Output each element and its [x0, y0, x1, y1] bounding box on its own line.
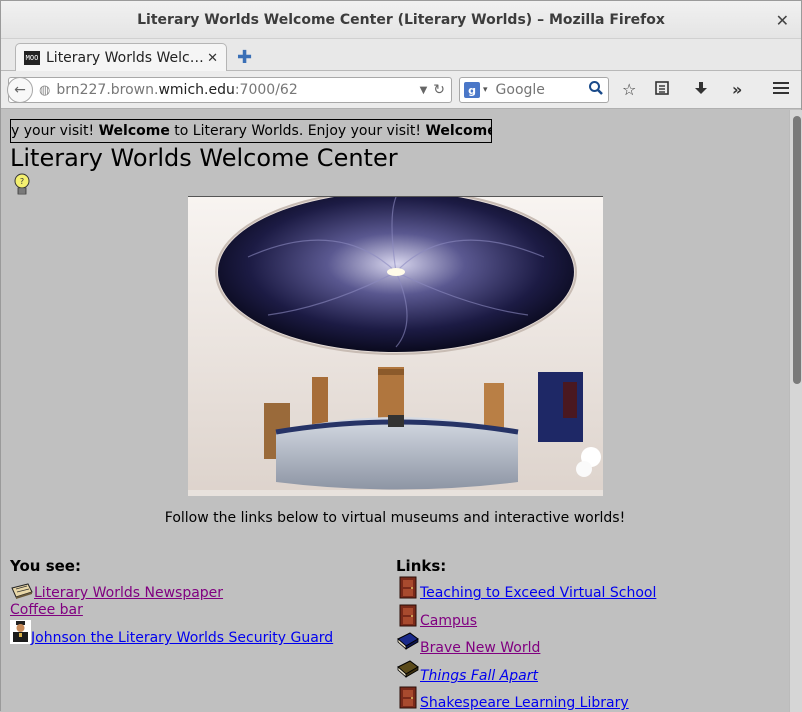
links-heading: Links:: [396, 557, 447, 575]
guard-avatar-icon[interactable]: [10, 620, 31, 644]
title-bar: Literary Worlds Welcome Center (Literary…: [1, 1, 801, 39]
navigation-bar: ← ◍ brn227.brown.wmich.edu:7000/62 ▼ ↻ g…: [1, 71, 801, 109]
browser-window: Literary Worlds Welcome Center (Literary…: [0, 0, 802, 712]
window-title: Literary Worlds Welcome Center (Literary…: [137, 11, 665, 28]
download-icon[interactable]: [693, 80, 709, 100]
security-guard-link[interactable]: Johnson the Literary Worlds Security Gua…: [31, 630, 333, 646]
tab-literary-worlds[interactable]: MOO Literary Worlds Welc… ✕: [15, 43, 227, 72]
book-icon[interactable]: [396, 659, 420, 679]
reading-list-icon[interactable]: [654, 80, 670, 100]
chevron-down-icon[interactable]: ▾: [483, 85, 488, 95]
google-engine-icon[interactable]: g: [464, 82, 480, 98]
book-icon[interactable]: [396, 631, 420, 651]
brave-new-world-link[interactable]: Brave New World: [420, 640, 540, 656]
campus-link[interactable]: Campus: [420, 613, 477, 629]
url-dropdown-icon[interactable]: ▼: [420, 85, 428, 96]
search-input[interactable]: [495, 82, 586, 98]
instruction-text: Follow the links below to virtual museum…: [164, 510, 626, 526]
door-icon[interactable]: [398, 685, 418, 709]
svg-text:?: ?: [20, 177, 24, 186]
new-tab-icon[interactable]: ✚: [237, 47, 252, 68]
page-title: Literary Worlds Welcome Center: [10, 144, 398, 172]
teaching-school-link[interactable]: Teaching to Exceed Virtual School: [420, 585, 656, 601]
url-text[interactable]: brn227.brown.wmich.edu:7000/62: [56, 82, 419, 98]
search-icon[interactable]: [588, 80, 604, 100]
coffee-bar-link[interactable]: Coffee bar: [10, 602, 83, 618]
url-bar[interactable]: ← ◍ brn227.brown.wmich.edu:7000/62 ▼ ↻: [7, 77, 452, 103]
vertical-scrollbar[interactable]: [789, 110, 802, 712]
welcome-marquee: y your visit! Welcome to Literary Worlds…: [10, 119, 492, 143]
door-icon[interactable]: [398, 575, 418, 599]
bookmark-star-icon[interactable]: ☆: [622, 80, 636, 99]
things-fall-apart-link[interactable]: Things Fall Apart: [420, 668, 538, 684]
shakespeare-library-link[interactable]: Shakespeare Learning Library: [420, 695, 629, 711]
tab-bar: MOO Literary Worlds Welc… ✕ ✚: [1, 39, 801, 72]
menu-icon[interactable]: [772, 80, 790, 100]
reload-icon[interactable]: ↻: [433, 82, 445, 98]
globe-icon: ◍: [39, 82, 51, 98]
moo-favicon-icon: MOO: [24, 51, 40, 65]
scrollbar-thumb[interactable]: [793, 116, 801, 384]
back-icon[interactable]: ←: [7, 77, 33, 103]
welcome-center-photo: [188, 196, 603, 496]
close-icon[interactable]: ✕: [776, 11, 789, 30]
search-bar[interactable]: g ▾: [459, 77, 609, 103]
tab-close-icon[interactable]: ✕: [207, 51, 218, 66]
tab-label: Literary Worlds Welc…: [46, 50, 204, 66]
page-content: y your visit! Welcome to Literary Worlds…: [1, 110, 802, 712]
overflow-icon[interactable]: »: [732, 80, 742, 99]
you-see-heading: You see:: [10, 557, 81, 575]
door-icon[interactable]: [398, 603, 418, 627]
newspaper-link[interactable]: Literary Worlds Newspaper: [34, 585, 223, 601]
newspaper-icon[interactable]: [10, 582, 34, 600]
lightbulb-icon[interactable]: ?: [13, 173, 31, 197]
